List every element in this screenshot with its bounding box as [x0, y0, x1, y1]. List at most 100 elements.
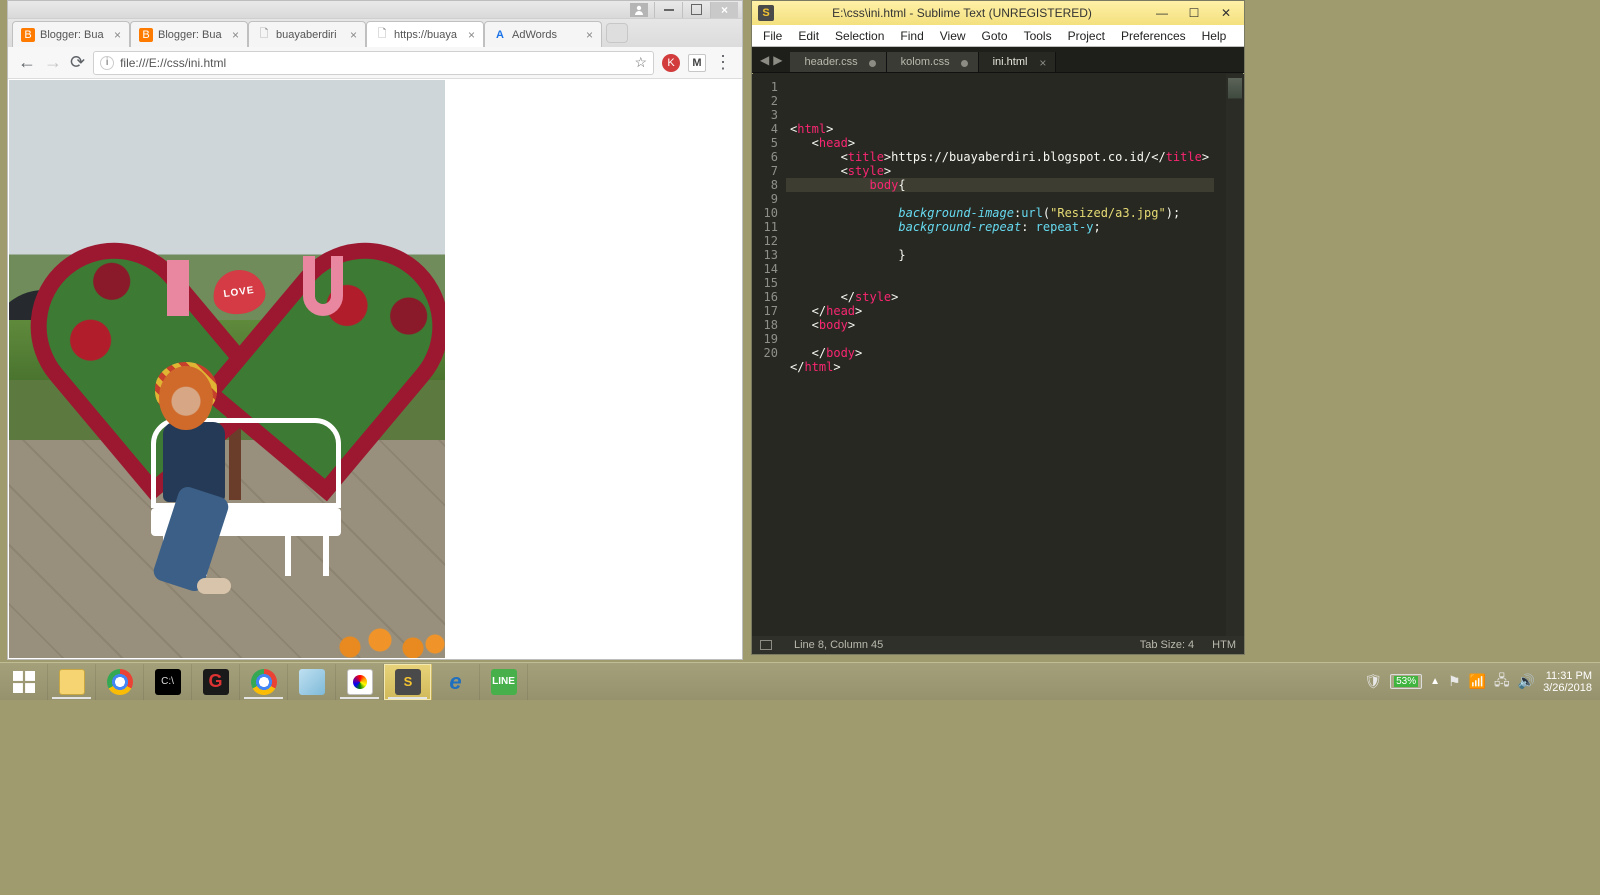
tab-title: AdWords	[512, 29, 581, 41]
taskbar-ie[interactable]: e	[432, 664, 480, 700]
syntax-mode[interactable]: HTM	[1212, 639, 1236, 651]
taskbar-paint[interactable]	[336, 664, 384, 700]
menu-help[interactable]: Help	[1195, 27, 1234, 45]
folder-icon	[59, 669, 85, 695]
sublime-logo-icon: S	[758, 5, 774, 21]
close-tab-icon[interactable]: ×	[1039, 56, 1046, 70]
blogger-icon: B	[21, 28, 35, 42]
paint-icon	[347, 669, 373, 695]
action-center-icon[interactable]: ⚑	[1448, 673, 1461, 690]
desktop-background[interactable]	[0, 700, 1600, 895]
tab-title: Blogger: Bua	[40, 29, 109, 41]
chrome-icon	[107, 669, 133, 695]
taskbar-sublime-active[interactable]: S	[384, 664, 432, 700]
nav-back-icon[interactable]: ◀	[760, 53, 769, 67]
taskbar-chrome-running[interactable]	[240, 664, 288, 700]
url-text: file:///E://css/ini.html	[120, 56, 628, 70]
letter-u-decor	[303, 256, 343, 316]
flowers-decor	[335, 622, 445, 658]
code-editor[interactable]: 1234567891011121314151617181920 <html> <…	[752, 74, 1244, 636]
menu-tools[interactable]: Tools	[1017, 27, 1059, 45]
maximize-button[interactable]: ☐	[1182, 4, 1206, 22]
forward-button[interactable]: →	[44, 52, 62, 73]
network-icon-2[interactable]: 🖧	[1494, 670, 1510, 694]
sublime-nav-arrows: ◀ ▶	[752, 47, 790, 72]
editor-tab[interactable]: kolom.css	[887, 52, 979, 72]
sublime-menubar: File Edit Selection Find View Goto Tools…	[752, 25, 1244, 47]
chrome-profile-icon[interactable]	[630, 3, 648, 17]
taskbar-file-explorer[interactable]	[48, 664, 96, 700]
taskbar-line[interactable]: LINE	[480, 664, 528, 700]
panel-switcher-icon[interactable]	[760, 640, 772, 650]
tray-time: 11:31 PM	[1543, 670, 1592, 682]
chrome-window: × B Blogger: Bua × B Blogger: Bua × 🗋 bu…	[7, 0, 743, 660]
network-icon[interactable]: 📶	[1469, 673, 1486, 690]
chrome-titlebar: ×	[8, 1, 742, 19]
minimap[interactable]	[1226, 74, 1244, 636]
tab-label: kolom.css	[901, 56, 950, 68]
browser-tab[interactable]: B Blogger: Bua ×	[130, 21, 248, 47]
close-tab-icon[interactable]: ×	[114, 28, 121, 42]
blogger-icon: B	[139, 28, 153, 42]
start-button[interactable]	[0, 664, 48, 700]
tab-size[interactable]: Tab Size: 4	[1140, 639, 1194, 651]
code-area[interactable]: <html> <head> <title>https://buayaberdir…	[786, 74, 1226, 636]
browser-tab[interactable]: 🗋 buayaberdiri ×	[248, 21, 366, 47]
chrome-tabstrip: B Blogger: Bua × B Blogger: Bua × 🗋 buay…	[8, 19, 742, 47]
site-info-icon[interactable]: i	[100, 56, 114, 70]
security-shield-icon[interactable]: 🛡	[1364, 673, 1382, 690]
nav-forward-icon[interactable]: ▶	[773, 53, 782, 67]
menu-file[interactable]: File	[756, 27, 789, 45]
close-button[interactable]: ×	[710, 2, 738, 18]
taskbar-app-g[interactable]: G	[192, 664, 240, 700]
menu-find[interactable]: Find	[893, 27, 930, 45]
ie-icon: e	[443, 669, 469, 695]
menu-selection[interactable]: Selection	[828, 27, 891, 45]
reload-button[interactable]: ⟳	[70, 52, 85, 73]
minimize-button[interactable]: —	[1150, 4, 1174, 22]
sublime-statusbar: Line 8, Column 45 Tab Size: 4 HTM	[752, 636, 1244, 654]
gmail-extension-icon[interactable]: M	[688, 54, 706, 72]
close-tab-icon[interactable]: ×	[232, 28, 239, 42]
address-bar[interactable]: i file:///E://css/ini.html ☆	[93, 51, 654, 75]
tray-date: 3/26/2018	[1543, 682, 1592, 694]
battery-indicator[interactable]: 53%	[1390, 674, 1422, 689]
chrome-icon	[251, 669, 277, 695]
volume-icon[interactable]: 🔊	[1518, 673, 1535, 690]
minimize-button[interactable]	[654, 2, 682, 18]
bookmark-star-icon[interactable]: ☆	[634, 54, 647, 71]
tab-title: https://buaya	[394, 29, 463, 41]
tab-label: header.css	[804, 56, 857, 68]
line-icon: LINE	[491, 669, 517, 695]
menu-edit[interactable]: Edit	[791, 27, 826, 45]
sublime-icon: S	[395, 669, 421, 695]
close-tab-icon[interactable]: ×	[586, 28, 593, 42]
chrome-menu-icon[interactable]: ⋮	[714, 52, 732, 73]
page-viewport: LOVE	[9, 80, 741, 658]
menu-view[interactable]: View	[933, 27, 973, 45]
taskbar-chrome[interactable]	[96, 664, 144, 700]
browser-tab[interactable]: B Blogger: Bua ×	[12, 21, 130, 47]
close-tab-icon[interactable]: ×	[350, 28, 357, 42]
close-button[interactable]: ✕	[1214, 4, 1238, 22]
editor-tab-active[interactable]: ini.html ×	[979, 52, 1057, 72]
taskbar-notepad[interactable]	[288, 664, 336, 700]
taskbar-cmd[interactable]: C:\	[144, 664, 192, 700]
browser-tab-active[interactable]: 🗋 https://buaya ×	[366, 21, 484, 47]
menu-goto[interactable]: Goto	[975, 27, 1015, 45]
maximize-button[interactable]	[682, 2, 710, 18]
new-tab-button[interactable]	[606, 23, 628, 43]
menu-project[interactable]: Project	[1061, 27, 1112, 45]
editor-tab[interactable]: header.css	[790, 52, 886, 72]
browser-tab[interactable]: A AdWords ×	[484, 21, 602, 47]
tray-clock[interactable]: 11:31 PM 3/26/2018	[1543, 670, 1592, 694]
close-tab-icon[interactable]: ×	[468, 28, 475, 42]
extension-k-icon[interactable]: K	[662, 54, 680, 72]
back-button[interactable]: ←	[18, 52, 36, 73]
menu-preferences[interactable]: Preferences	[1114, 27, 1193, 45]
tray-overflow-icon[interactable]: ▲	[1430, 676, 1440, 687]
sublime-titlebar[interactable]: S E:\css\ini.html - Sublime Text (UNREGI…	[752, 1, 1244, 25]
person-decor	[147, 360, 267, 592]
tab-title: buayaberdiri	[276, 29, 345, 41]
cursor-position[interactable]: Line 8, Column 45	[794, 639, 883, 651]
